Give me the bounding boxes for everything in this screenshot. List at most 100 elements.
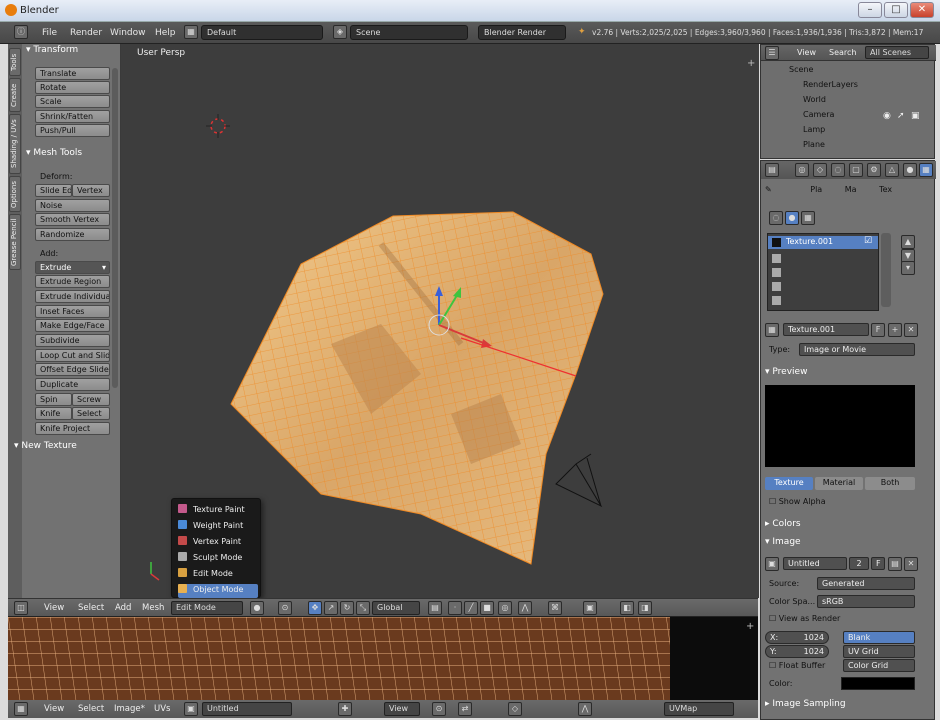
view-as-render-checkbox[interactable]: ☐ View as Render <box>769 614 840 623</box>
outliner-item-world[interactable]: World <box>803 95 826 104</box>
image-browse-icon[interactable]: ▣ <box>184 702 198 716</box>
preview-tab-both[interactable]: Both <box>865 477 915 490</box>
colors-panel-header[interactable]: ▸ Colors <box>765 519 921 529</box>
uv-image-field[interactable]: Untitled <box>202 702 292 716</box>
object-tab-icon[interactable]: ▢ <box>849 163 863 177</box>
slot-menu-icon[interactable]: ▾ <box>901 261 915 275</box>
open-image-icon[interactable]: ▤ <box>888 557 902 571</box>
modifier-tab-icon[interactable]: ⚙ <box>867 163 881 177</box>
duplicate-button[interactable]: Duplicate <box>35 378 110 391</box>
knife-select-button[interactable]: Select <box>72 407 110 420</box>
layout-field[interactable]: Default <box>201 25 323 40</box>
vertex-slide-button[interactable]: Vertex <box>72 184 110 197</box>
scene-tab-icon[interactable]: ◇ <box>813 163 827 177</box>
subdivide-button[interactable]: Subdivide <box>35 334 110 347</box>
image-fake-user[interactable]: F <box>871 557 885 570</box>
orientation-select[interactable]: Global <box>372 601 420 615</box>
outliner-editor-icon[interactable]: ☰ <box>765 46 779 60</box>
new-texture-panel-header[interactable]: ▾ New Texture <box>14 441 77 451</box>
texture-use-checkbox[interactable]: ☑ <box>864 236 872 246</box>
texture-name-field[interactable]: Texture.001 <box>783 323 869 336</box>
float-buffer-checkbox[interactable]: ☐ Float Buffer <box>769 661 825 670</box>
texture-type-select[interactable]: Image or Movie <box>799 343 915 356</box>
uv-pivot-icon[interactable]: ⊙ <box>432 702 446 716</box>
viewport-menu-view[interactable]: View <box>44 603 64 613</box>
texture-browse-icon[interactable]: ▦ <box>765 323 779 337</box>
outliner-item-lamp[interactable]: Lamp <box>803 125 825 134</box>
image-browse-button-icon[interactable]: ▣ <box>765 557 779 571</box>
maximize-button[interactable]: □ <box>884 2 908 18</box>
knife-project-button[interactable]: Knife Project <box>35 422 110 435</box>
texture-tab-icon[interactable]: ▦ <box>919 163 933 177</box>
tool-shelf-scrollbar[interactable] <box>112 68 118 388</box>
noise-button[interactable]: Noise <box>35 199 110 212</box>
render-camera-icon[interactable]: ▣ <box>911 111 920 121</box>
tab-create[interactable]: Create <box>9 78 21 112</box>
gen-type-color-grid[interactable]: Color Grid <box>843 659 915 672</box>
scene-browse-icon[interactable]: ◈ <box>333 25 347 39</box>
edge-select-icon[interactable]: ╱ <box>464 601 478 615</box>
gen-type-blank[interactable]: Blank <box>843 631 915 644</box>
uvmap-field[interactable]: UVMap <box>664 702 734 716</box>
viewport-menu-add[interactable]: Add <box>115 603 131 613</box>
uv-plus-icon[interactable]: + <box>746 621 754 632</box>
uv-sticky-icon[interactable]: ◇ <box>508 702 522 716</box>
extrude-region-button[interactable]: Extrude Region <box>35 275 110 288</box>
other-texture-icon[interactable]: ▦ <box>801 211 815 225</box>
world-tab-icon[interactable]: ◌ <box>831 163 845 177</box>
minimize-button[interactable]: – <box>858 2 882 18</box>
outliner-item-scene[interactable]: Scene <box>789 65 813 74</box>
visibility-eye-icon[interactable]: ◉ <box>883 111 891 121</box>
pin-icon[interactable]: ✚ <box>338 702 352 716</box>
menu-window[interactable]: Window <box>110 28 146 38</box>
shading-icon[interactable]: ● <box>250 601 264 615</box>
shrink-fatten-button[interactable]: Shrink/Fatten <box>35 110 110 123</box>
layer-icon[interactable]: ▤ <box>428 601 442 615</box>
uv-sync-icon[interactable]: ⇄ <box>458 702 472 716</box>
editor-type-icon[interactable]: ⓘ <box>14 25 28 39</box>
rotate-button[interactable]: Rotate <box>35 81 110 94</box>
uv-image-editor[interactable]: + <box>8 616 758 701</box>
extrude-dropdown[interactable]: Extrude ▾ <box>35 261 110 274</box>
outliner-menu-search[interactable]: Search <box>829 48 856 57</box>
source-select[interactable]: Generated <box>817 577 915 590</box>
new-texture-icon[interactable]: + <box>888 323 902 337</box>
menu-help[interactable]: Help <box>155 28 176 38</box>
uv-menu-uvs[interactable]: UVs <box>154 704 170 714</box>
outliner-menu-view[interactable]: View <box>797 48 816 57</box>
opengl-anim-icon[interactable]: ◨ <box>638 601 652 615</box>
image-panel-header[interactable]: ▾ Image <box>765 537 921 547</box>
render-preview-icon[interactable]: ▣ <box>583 601 597 615</box>
scale-manipulator-icon[interactable]: ⤡ <box>356 601 370 615</box>
randomize-button[interactable]: Randomize <box>35 228 110 241</box>
image-sampling-panel-header[interactable]: ▸ Image Sampling <box>765 699 921 709</box>
pin-context-icon[interactable]: ✎ <box>765 185 772 194</box>
smooth-vertex-button[interactable]: Smooth Vertex <box>35 213 110 226</box>
preview-tab-texture[interactable]: Texture <box>765 477 813 490</box>
screw-button[interactable]: Screw <box>72 393 110 406</box>
transform-panel-header[interactable]: ▾ Transform <box>26 45 78 55</box>
menu-item-texture-paint[interactable]: Texture Paint <box>178 504 258 518</box>
pivot-icon[interactable]: ⊙ <box>278 601 292 615</box>
extrude-individual-button[interactable]: Extrude Individual <box>35 290 110 303</box>
fake-user-icon[interactable]: F <box>871 323 885 337</box>
render-tab-icon[interactable]: ◎ <box>795 163 809 177</box>
knife-button[interactable]: Knife <box>35 407 72 420</box>
material-tab-icon[interactable]: ● <box>903 163 917 177</box>
vertex-select-icon[interactable]: · <box>448 601 462 615</box>
texture-slot-selected[interactable]: Texture.001 ☑ <box>768 236 878 249</box>
preview-tab-material[interactable]: Material <box>815 477 863 490</box>
tab-shading-uvs[interactable]: Shading / UVs <box>9 114 21 174</box>
scene-field[interactable]: Scene <box>350 25 468 40</box>
menu-item-vertex-paint[interactable]: Vertex Paint <box>178 536 258 550</box>
menu-render[interactable]: Render <box>70 28 102 38</box>
size-y-field[interactable]: Y: 1024 <box>765 645 829 658</box>
face-select-icon[interactable]: ■ <box>480 601 494 615</box>
select-arrow-icon[interactable]: ➚ <box>897 111 905 121</box>
mode-select[interactable]: Edit Mode <box>171 601 243 615</box>
texture-slot-list[interactable]: Texture.001 ☑ <box>767 233 879 311</box>
tab-tools[interactable]: Tools <box>9 48 21 76</box>
tab-options[interactable]: Options <box>9 176 21 212</box>
layout-browse-icon[interactable]: ▦ <box>184 25 198 39</box>
viewport-editor-type-icon[interactable]: ◫ <box>14 601 28 615</box>
